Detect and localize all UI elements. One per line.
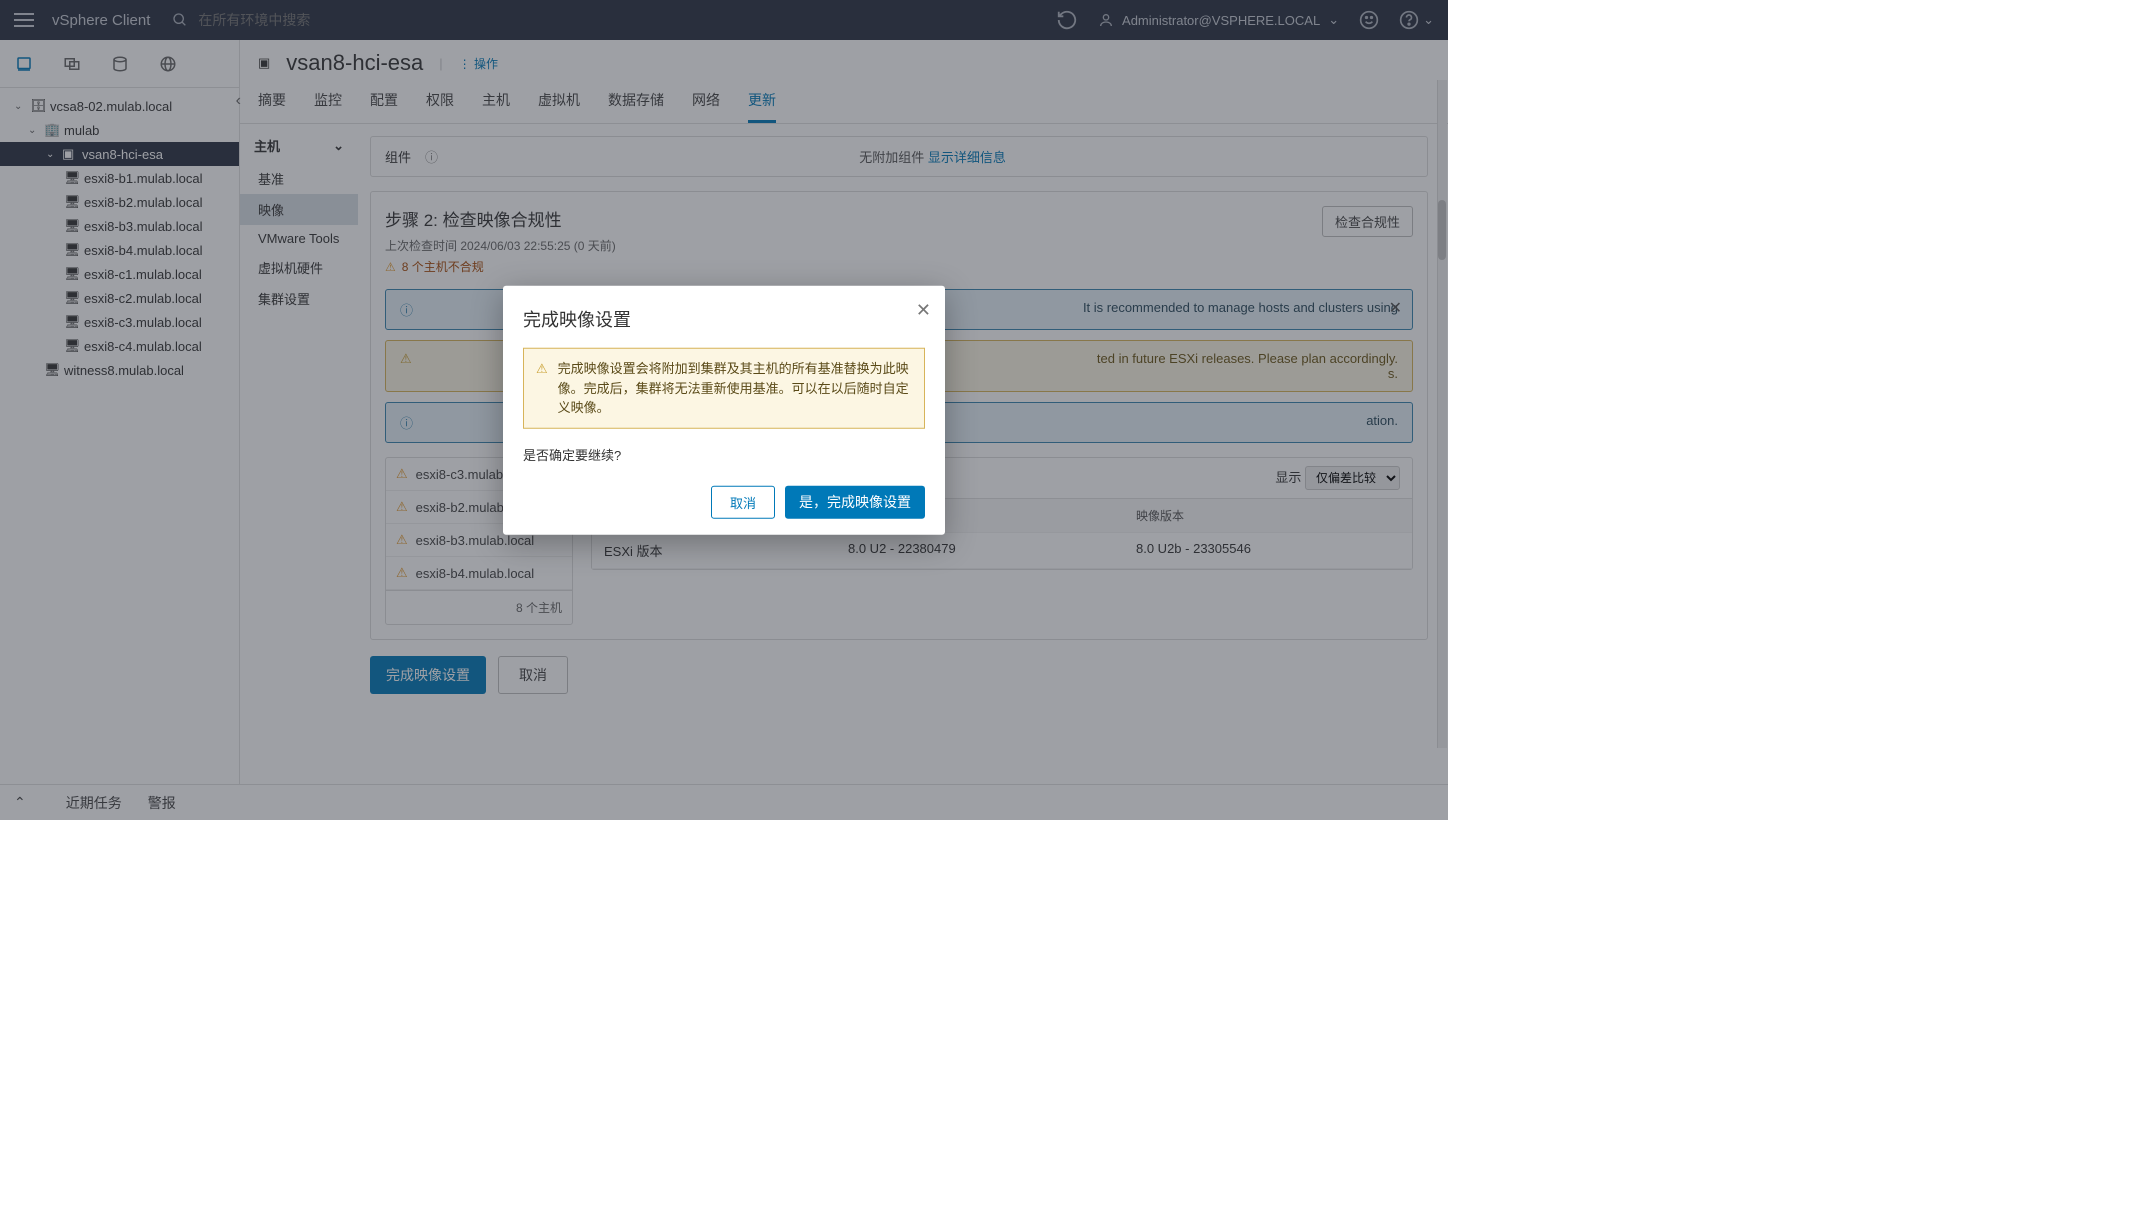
- dialog-question: 是否确定要继续?: [523, 444, 925, 463]
- dialog-cancel-button[interactable]: 取消: [711, 485, 775, 518]
- dialog-title: 完成映像设置: [523, 306, 925, 332]
- warning-icon: ⚠: [536, 359, 548, 418]
- confirm-dialog: 完成映像设置 ✕ ⚠ 完成映像设置会将附加到集群及其主机的所有基准替换为此映像。…: [503, 286, 945, 535]
- close-icon[interactable]: ✕: [916, 300, 931, 321]
- dialog-warn-text: 完成映像设置会将附加到集群及其主机的所有基准替换为此映像。完成后，集群将无法重新…: [558, 359, 912, 418]
- dialog-confirm-button[interactable]: 是，完成映像设置: [785, 485, 925, 518]
